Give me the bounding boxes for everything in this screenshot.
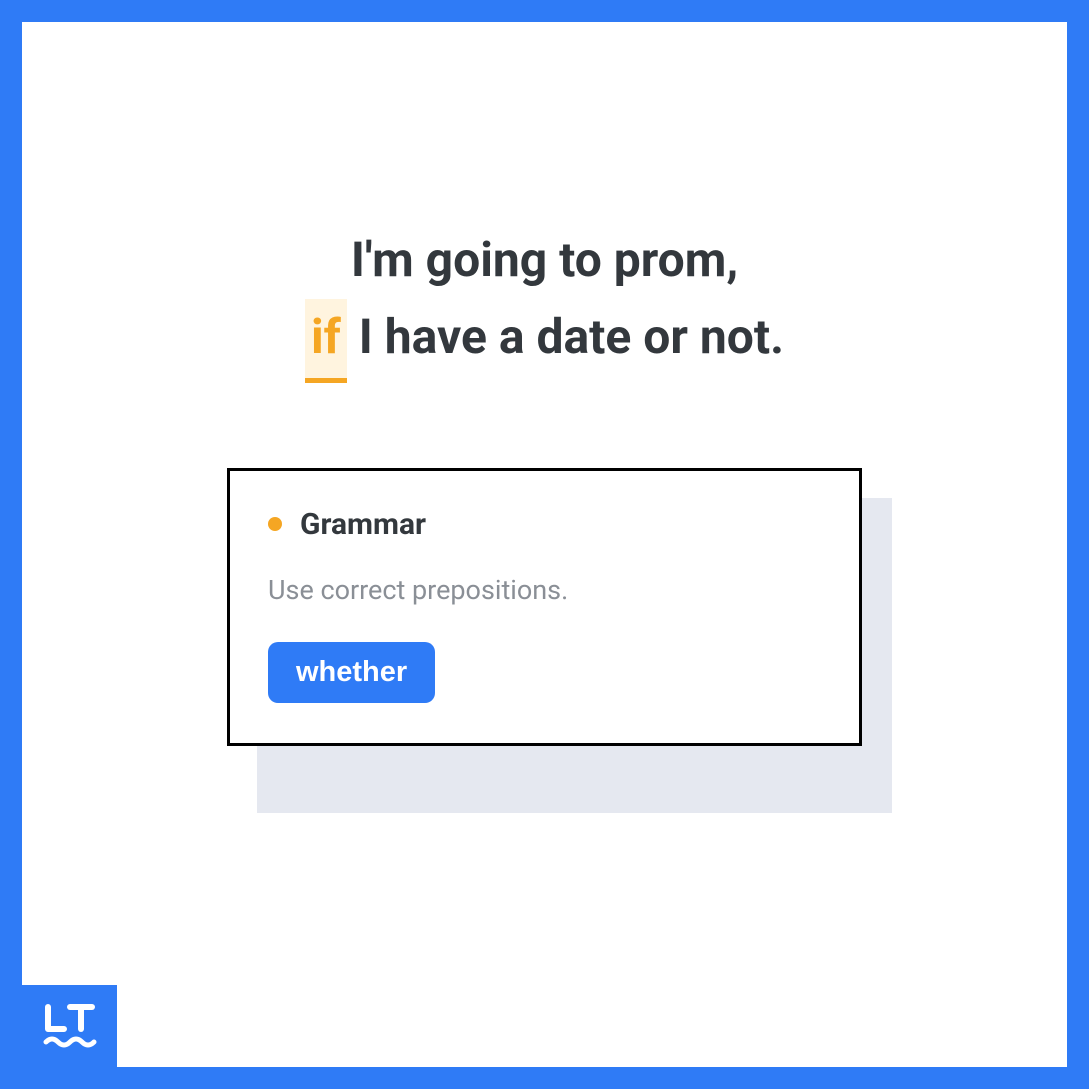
lt-logo-icon: [40, 1001, 100, 1051]
suggestion-card: Grammar Use correct prepositions. whethe…: [227, 468, 862, 746]
logo-box: [22, 985, 117, 1067]
sentence-line-2: if I have a date or not.: [82, 299, 1007, 378]
category-name: Grammar: [300, 507, 426, 542]
category-dot-icon: [268, 517, 282, 531]
outer-frame: I'm going to prom, if I have a date or n…: [0, 0, 1089, 1089]
sentence-line-1: I'm going to prom,: [82, 222, 1007, 299]
suggestion-button[interactable]: whether: [268, 642, 435, 703]
suggestion-wrapper: Grammar Use correct prepositions. whethe…: [227, 468, 862, 746]
card-description: Use correct prepositions.: [268, 574, 821, 606]
sentence-block: I'm going to prom, if I have a date or n…: [82, 222, 1007, 378]
highlighted-error-word[interactable]: if: [305, 299, 347, 383]
card-header: Grammar: [268, 507, 821, 542]
content-area: I'm going to prom, if I have a date or n…: [22, 22, 1067, 1067]
sentence-line-2-rest: I have a date or not.: [347, 308, 784, 365]
